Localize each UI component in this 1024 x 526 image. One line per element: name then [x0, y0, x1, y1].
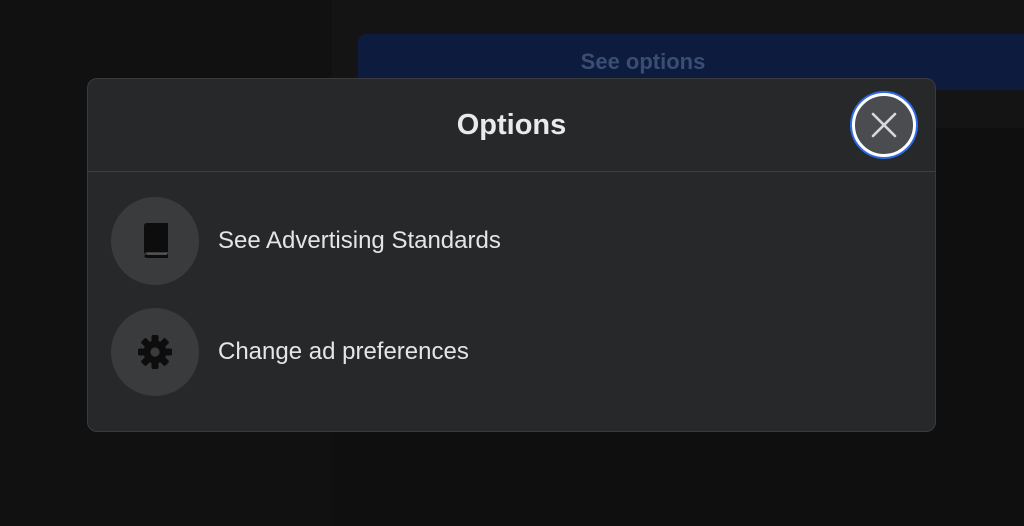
- gear-icon: [138, 335, 172, 369]
- option-icon-circle: [111, 308, 199, 396]
- close-icon: [871, 112, 897, 138]
- book-icon: [144, 223, 168, 258]
- option-icon-circle: [111, 197, 199, 285]
- option-label: See Advertising Standards: [218, 227, 501, 254]
- dialog-header: Options: [88, 79, 935, 172]
- close-button[interactable]: [852, 93, 916, 157]
- option-change-ad-preferences[interactable]: Change ad preferences: [111, 308, 469, 396]
- dialog-title: Options: [456, 108, 567, 141]
- option-see-advertising-standards[interactable]: See Advertising Standards: [111, 197, 501, 285]
- option-label: Change ad preferences: [218, 338, 469, 365]
- options-dialog: Options See Advertising Standards Change…: [87, 78, 936, 432]
